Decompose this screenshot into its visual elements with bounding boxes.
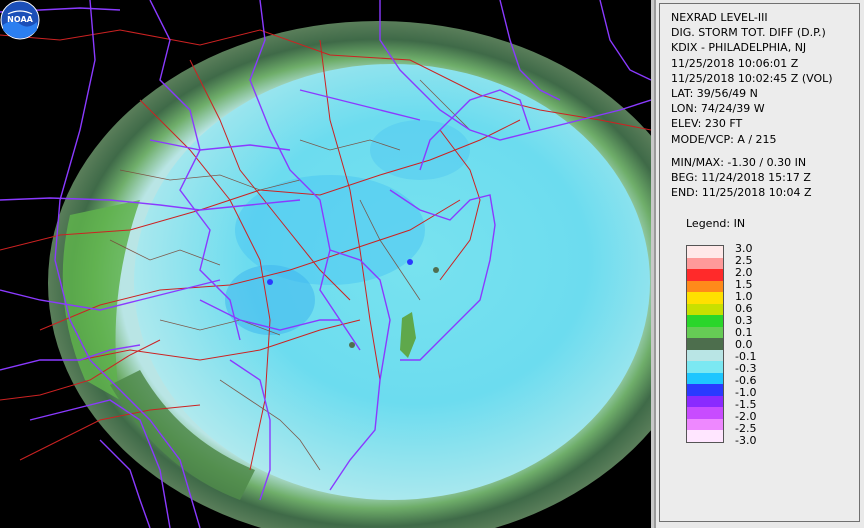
precip-cell (407, 259, 413, 265)
legend-swatch (687, 349, 723, 362)
radar-map[interactable]: NOAA (0, 0, 651, 528)
legend-title: Legend: IN (686, 217, 746, 230)
latitude: LAT: 39/56/49 N (671, 87, 758, 101)
radar-map-canvas (0, 0, 651, 528)
legend-swatch (687, 303, 723, 316)
legend-swatch (687, 407, 723, 419)
info-panel: NEXRAD LEVEL-III DIG. STORM TOT. DIFF (D… (654, 0, 864, 528)
legend-swatch (687, 326, 723, 339)
legend-swatch (687, 418, 723, 431)
legend-swatch (687, 338, 723, 350)
radar-site: KDIX - PHILADELPHIA, NJ (671, 41, 807, 55)
info-panel-frame: NEXRAD LEVEL-III DIG. STORM TOT. DIFF (D… (659, 3, 860, 522)
precip-cell (349, 342, 355, 348)
mode-vcp: MODE/VCP: A / 215 (671, 132, 777, 146)
legend-swatch (687, 361, 723, 373)
longitude: LON: 74/24/39 W (671, 102, 765, 116)
legend-swatch (687, 280, 723, 293)
legend-swatch (687, 246, 723, 258)
radar-window: NOAA NEXRAD LEVEL-III DIG. STORM TOT. DI… (0, 0, 864, 528)
legend-swatch (687, 384, 723, 396)
noaa-logo: NOAA (0, 0, 40, 40)
legend-color-scale (686, 245, 724, 443)
legend-label: -3.0 (735, 434, 757, 447)
legend-swatch (687, 315, 723, 327)
end-time: END: 11/25/2018 10:04 Z (671, 186, 812, 200)
legend-swatch (687, 269, 723, 281)
precip-cell (267, 279, 273, 285)
volume-time: 11/25/2018 10:02:45 Z (VOL) (671, 71, 833, 85)
legend-swatch (687, 372, 723, 385)
product-info: NEXRAD LEVEL-III DIG. STORM TOT. DIFF (D… (660, 4, 859, 200)
precip-cell (433, 267, 439, 273)
min-max: MIN/MAX: -1.30 / 0.30 IN (671, 155, 807, 169)
legend-swatch (687, 395, 723, 408)
product-name: NEXRAD LEVEL-III (671, 11, 768, 24)
legend-swatch (687, 292, 723, 304)
begin-time: BEG: 11/24/2018 15:17 Z (671, 171, 811, 185)
legend-swatch (687, 257, 723, 270)
svg-text:NOAA: NOAA (7, 15, 33, 24)
product-time: 11/25/2018 10:06:01 Z (671, 56, 799, 70)
elevation: ELEV: 230 FT (671, 117, 743, 131)
legend-swatch (687, 430, 723, 442)
product-type: DIG. STORM TOT. DIFF (D.P.) (671, 26, 826, 40)
